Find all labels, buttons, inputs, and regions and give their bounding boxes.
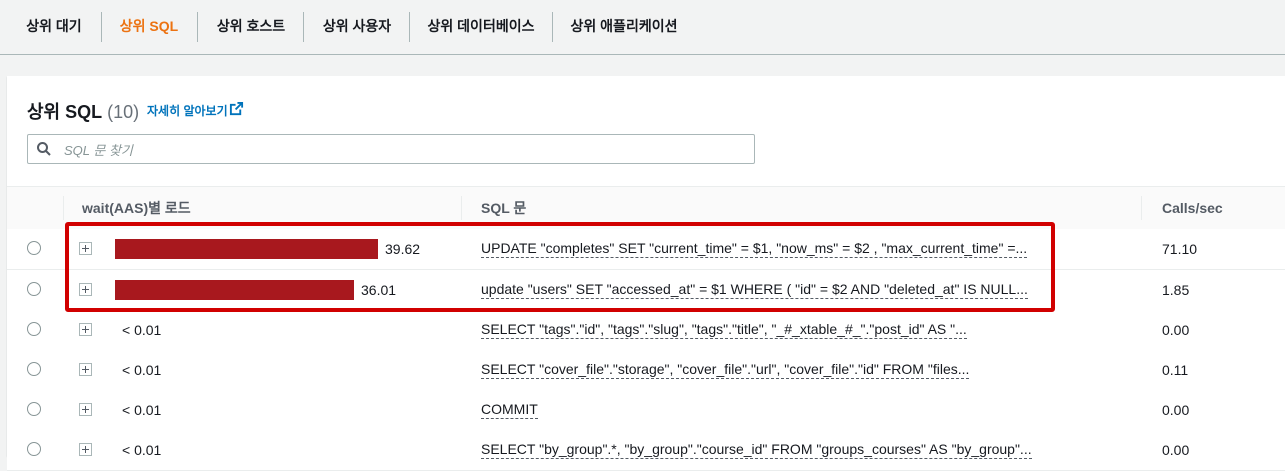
load-value: 39.62 — [385, 241, 421, 257]
external-link-icon[interactable] — [229, 101, 244, 116]
column-header-calls[interactable]: Calls/sec — [1162, 187, 1223, 229]
column-header-sql[interactable]: SQL 문 — [481, 187, 526, 229]
load-bar — [115, 280, 354, 300]
tab-top-sql[interactable]: 상위 SQL — [108, 0, 190, 54]
load-value: 36.01 — [361, 282, 397, 298]
row-radio[interactable] — [27, 402, 41, 416]
expand-icon[interactable] — [79, 242, 92, 255]
tab-top-databases[interactable]: 상위 데이터베이스 — [418, 0, 544, 54]
tab-top-applications[interactable]: 상위 애플리케이션 — [560, 0, 688, 54]
calls-per-sec: 0.11 — [1162, 362, 1189, 378]
row-radio[interactable] — [27, 362, 41, 376]
tab-divider — [552, 12, 553, 42]
tab-top-waits[interactable]: 상위 대기 — [14, 0, 94, 54]
expand-icon[interactable] — [79, 403, 92, 416]
panel-title-text: 상위 SQL — [27, 102, 103, 122]
active-tab-underline — [101, 38, 197, 40]
sql-statement[interactable]: SELECT "by_group".*, "by_group"."course_… — [481, 441, 1032, 459]
top-sql-panel: 상위 SQL(10) 자세히 알아보기 wait(AAS)별 로드 SQL 문 … — [7, 76, 1285, 471]
row-radio[interactable] — [27, 322, 41, 336]
expand-icon[interactable] — [79, 283, 92, 296]
table-header: wait(AAS)별 로드 SQL 문 Calls/sec — [7, 186, 1285, 230]
expand-icon[interactable] — [79, 323, 92, 336]
load-value: < 0.01 — [122, 402, 162, 418]
calls-per-sec: 71.10 — [1162, 241, 1198, 257]
panel-count: (10) — [107, 102, 140, 122]
expand-icon[interactable] — [79, 443, 92, 456]
tab-divider — [197, 12, 198, 42]
load-value: < 0.01 — [122, 362, 162, 378]
sql-statement[interactable]: SELECT "tags"."id", "tags"."slug", "tags… — [481, 321, 967, 339]
column-divider — [461, 196, 462, 220]
table-row[interactable]: < 0.01 COMMIT 0.00 — [7, 390, 1285, 431]
column-divider — [63, 196, 64, 220]
tab-bar: 상위 대기 상위 SQL 상위 호스트 상위 사용자 상위 데이터베이스 상위 … — [0, 0, 1285, 55]
row-radio[interactable] — [27, 282, 41, 296]
expand-icon[interactable] — [79, 363, 92, 376]
load-value: < 0.01 — [122, 322, 162, 338]
panel-title: 상위 SQL (10) — [27, 98, 139, 124]
sql-statement[interactable]: update "users" SET "accessed_at" = $1 WH… — [481, 281, 1028, 299]
search-icon — [37, 142, 51, 156]
tab-top-users[interactable]: 상위 사용자 — [312, 0, 402, 54]
tab-top-hosts[interactable]: 상위 호스트 — [206, 0, 296, 54]
row-radio[interactable] — [27, 442, 41, 456]
search-input[interactable] — [62, 139, 746, 161]
sql-statement[interactable]: UPDATE "completes" SET "current_time" = … — [481, 240, 1028, 258]
sql-statement[interactable]: COMMIT — [481, 401, 538, 419]
column-header-load[interactable]: wait(AAS)별 로드 — [82, 187, 191, 229]
search-box — [27, 134, 755, 164]
calls-per-sec: 1.85 — [1162, 282, 1190, 298]
tab-divider — [303, 12, 304, 42]
table-row[interactable]: < 0.01 SELECT "cover_file"."storage", "c… — [7, 350, 1285, 391]
calls-per-sec: 0.00 — [1162, 322, 1190, 338]
calls-per-sec: 0.00 — [1162, 442, 1190, 458]
table-row[interactable]: < 0.01 SELECT "tags"."id", "tags"."slug"… — [7, 310, 1285, 351]
load-value: < 0.01 — [122, 442, 162, 458]
table-row[interactable]: < 0.01 SELECT "by_group".*, "by_group"."… — [7, 430, 1285, 471]
column-divider — [1141, 196, 1142, 220]
table-row[interactable]: 39.62 UPDATE "completes" SET "current_ti… — [7, 229, 1285, 270]
tab-divider — [409, 12, 410, 42]
info-link[interactable]: 자세히 알아보기 — [147, 102, 228, 119]
row-radio[interactable] — [27, 241, 41, 255]
load-bar — [115, 239, 378, 259]
sql-statement[interactable]: SELECT "cover_file"."storage", "cover_fi… — [481, 361, 970, 379]
calls-per-sec: 0.00 — [1162, 402, 1190, 418]
table-row[interactable]: 36.01 update "users" SET "accessed_at" =… — [7, 270, 1285, 311]
